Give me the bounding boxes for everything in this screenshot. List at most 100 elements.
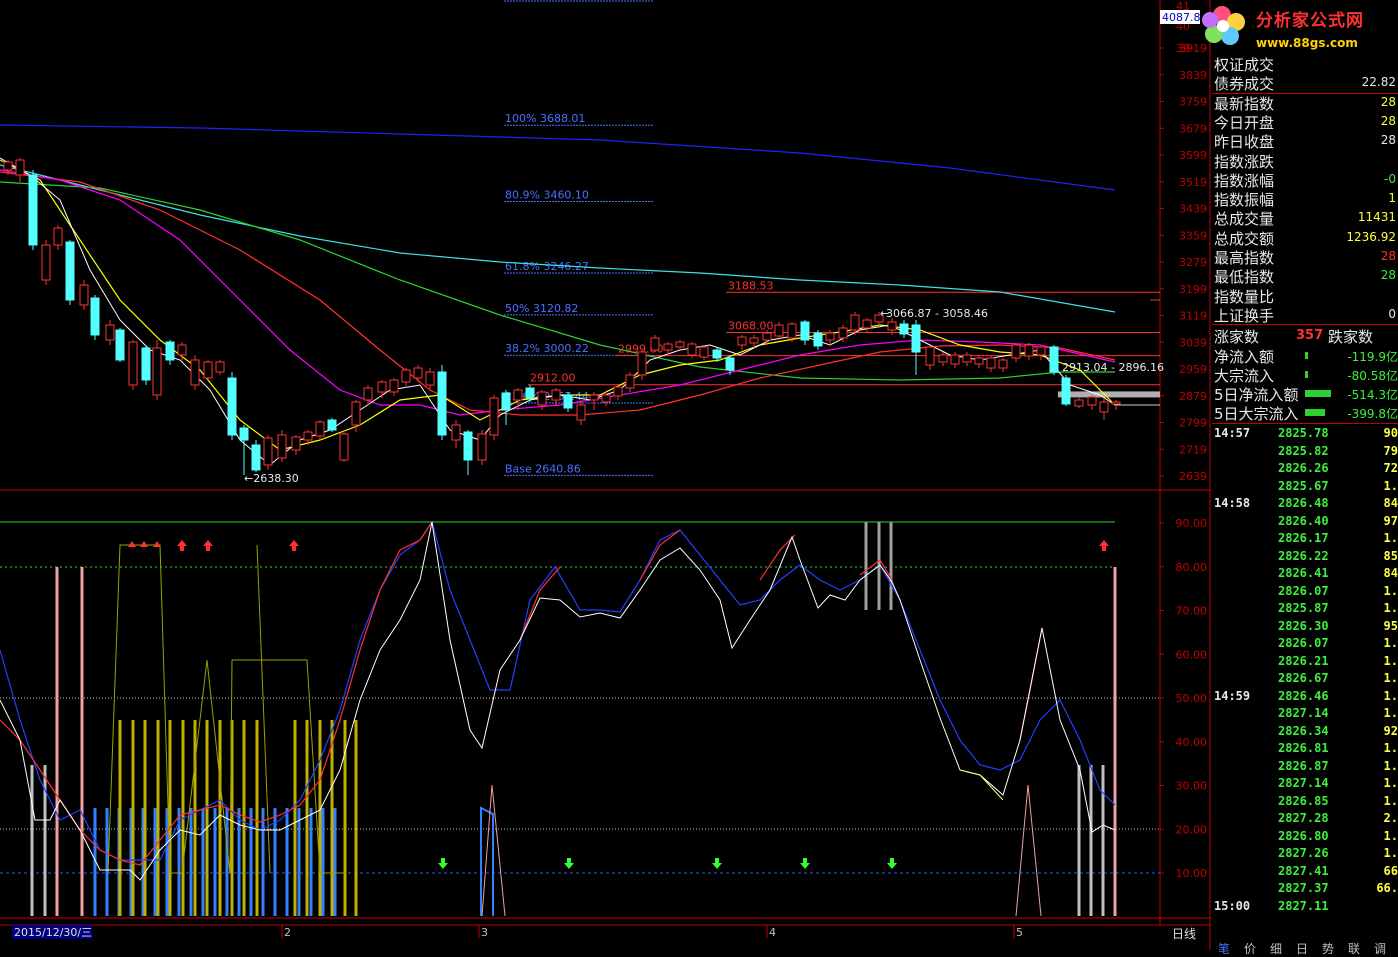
start-date-label: 2015/12/30/三 (14, 926, 92, 939)
candle-body (749, 337, 759, 344)
candle-body (938, 354, 948, 363)
tick-volume: 66. (1376, 881, 1398, 895)
candle-body (41, 244, 51, 281)
flow-bar (1305, 352, 1308, 359)
up-arrow-icon (203, 540, 213, 551)
tick-price: 2826.48 (1278, 496, 1329, 510)
tick-row: 2825.67 1. (1214, 479, 1398, 497)
bottom-tab-2[interactable]: 细 (1270, 940, 1282, 957)
tick-row: 2827.41 66 (1214, 864, 1398, 882)
tick-price: 2825.87 (1278, 601, 1329, 615)
tick-row: 2826.40 97 (1214, 514, 1398, 532)
candle-body (227, 377, 237, 436)
resistance-level-label: 2912.00 (530, 372, 576, 385)
flow-label: 净流入额 (1214, 348, 1275, 366)
candle-body (774, 324, 784, 337)
candle-body (389, 379, 399, 393)
candle-body (351, 401, 361, 426)
tick-volume: 85 (1383, 548, 1398, 563)
tick-price: 2826.81 (1278, 741, 1329, 755)
bottom-tab-5[interactable]: 联 (1348, 940, 1360, 957)
candle-body (998, 359, 1008, 369)
tick-price: 2827.28 (1278, 811, 1329, 825)
bottom-tab-4[interactable]: 势 (1322, 940, 1334, 957)
candle-body (699, 346, 709, 358)
candle-body (152, 347, 162, 396)
tick-volume: 1. (1383, 601, 1398, 615)
tick-price: 2827.14 (1278, 776, 1329, 790)
tick-price: 2826.41 (1278, 566, 1329, 580)
candle-body (850, 314, 860, 331)
flow-bar (1305, 371, 1308, 378)
candle-body (1099, 401, 1109, 413)
tick-volume: 1. (1383, 741, 1398, 755)
ma250-line (0, 124, 1116, 191)
tick-row: 2827.37 66. (1214, 881, 1398, 899)
tick-row: 2826.30 95 (1214, 619, 1398, 637)
bottom-tab-6[interactable]: 调 (1374, 940, 1386, 957)
tick-price: 2827.41 (1278, 863, 1329, 878)
candle-body (203, 361, 213, 379)
tick-price: 2826.46 (1278, 688, 1329, 703)
low-price-marker: ←2638.30 (244, 472, 299, 485)
price-axis-label: 3439 (1179, 203, 1207, 216)
price-axis-label: 2719 (1179, 443, 1207, 456)
stat-label: 总成交额 (1214, 229, 1275, 248)
range-low-label: 2913.04 - 2896.16 (1062, 361, 1164, 374)
candle-body (925, 346, 935, 366)
candle-body (712, 349, 722, 359)
bottom-tab-0[interactable]: 笔 (1218, 940, 1230, 957)
stat-label: 指数涨跌 (1214, 152, 1275, 171)
candle-body (215, 361, 225, 373)
tick-row: 2827.14 1. (1214, 706, 1398, 724)
tick-time: 15:00 (1214, 898, 1251, 913)
chart-canvas[interactable]: 4140394087.83919383937593679359935193439… (0, 0, 1398, 950)
candle-body (762, 332, 772, 341)
candle-body (477, 433, 487, 461)
tick-row: 2826.07 1. (1214, 636, 1398, 654)
candle-body (141, 347, 151, 381)
tick-volume: 1. (1383, 688, 1398, 703)
candle-body (1087, 396, 1097, 406)
bottom-tab-3[interactable]: 日 (1296, 940, 1308, 957)
stat-value: 28 (1380, 249, 1396, 263)
price-axis-label: 2959 (1179, 363, 1207, 376)
tick-price: 2827.11 (1278, 898, 1329, 913)
indicator-axis-label: 30.00 (1176, 780, 1208, 793)
stat-label: 指数振幅 (1214, 191, 1275, 210)
panel-divider (1212, 324, 1398, 325)
tick-volume: 1. (1383, 653, 1398, 668)
tick-volume: 84 (1383, 496, 1398, 510)
candle-body (563, 394, 573, 409)
candle-body (725, 357, 735, 371)
price-axis-label: 3119 (1179, 310, 1207, 323)
stat-label: 今日开盘 (1214, 113, 1275, 132)
candle-body (165, 341, 175, 361)
tick-price: 2826.17 (1278, 531, 1329, 545)
bottom-tab-1[interactable]: 价 (1244, 940, 1256, 957)
tick-price: 2825.78 (1278, 426, 1329, 440)
candle-body (105, 324, 115, 341)
tick-volume: 1. (1383, 846, 1398, 860)
tick-price: 2827.26 (1278, 846, 1329, 860)
tick-price: 2826.26 (1278, 461, 1329, 475)
oscillator-red-line (639, 529, 681, 581)
candle-body (637, 351, 647, 376)
candle-body (79, 284, 89, 306)
tick-row: 2826.21 1. (1214, 654, 1398, 672)
indicator-axis-label: 70.00 (1176, 605, 1208, 618)
tick-row: 2825.82 79 (1214, 444, 1398, 462)
indicator-axis-label: 60.00 (1176, 648, 1208, 661)
stat-value: 11431 (1357, 210, 1396, 225)
tick-row: 2826.26 72 (1214, 461, 1398, 479)
flow-value: -119.9亿 (1347, 350, 1398, 364)
candle-body (663, 343, 673, 351)
candle-body (838, 327, 848, 339)
candle-body (65, 241, 75, 301)
tick-price: 2825.82 (1278, 443, 1329, 458)
candle-body (825, 332, 835, 341)
candle-body (589, 394, 599, 401)
tick-volume: 97 (1383, 513, 1398, 528)
price-axis-label: 3759 (1179, 96, 1207, 109)
candle-body (3, 161, 13, 171)
